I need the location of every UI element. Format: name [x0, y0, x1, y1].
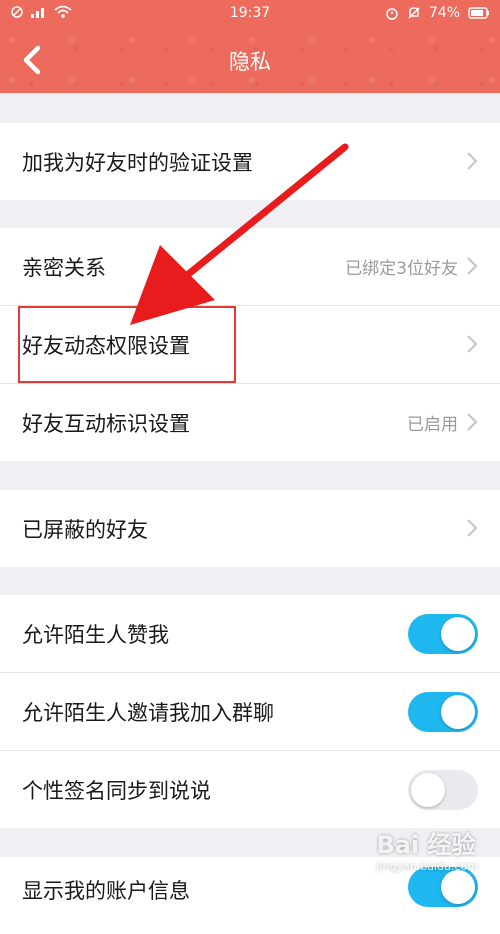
toggle-knob	[411, 772, 445, 807]
row-value: 已绑定3位好友	[345, 259, 458, 279]
signature-sync-toggle[interactable]	[408, 769, 478, 810]
toggle-knob	[441, 694, 475, 729]
battery-icon	[468, 7, 489, 19]
row-value: 已启用	[407, 415, 458, 435]
row-blocked-friends[interactable]: 已屏蔽的好友	[0, 490, 500, 567]
settings-group-blocked: 已屏蔽的好友	[0, 490, 500, 567]
row-allow-stranger-like: 允许陌生人赞我	[0, 595, 500, 673]
battery-percent: 74%	[428, 5, 460, 21]
toggle-knob	[441, 616, 475, 651]
row-signature-sync: 个性签名同步到说说	[0, 751, 500, 828]
row-label: 已屏蔽的好友	[22, 517, 148, 542]
watermark-text: Bai 经验	[376, 831, 476, 859]
watermark-sub: jingyan.baidu.com	[376, 860, 478, 873]
status-right-icons: 74%	[385, 5, 490, 21]
chevron-right-icon	[467, 152, 478, 170]
row-label: 允许陌生人赞我	[22, 622, 169, 647]
row-label: 好友互动标识设置	[22, 411, 190, 436]
allow-stranger-invite-toggle[interactable]	[408, 691, 478, 732]
show-account-toggle[interactable]	[408, 867, 478, 907]
nav-bar: 隐私	[0, 28, 500, 93]
alarm-icon	[386, 8, 398, 20]
mute-icon	[408, 7, 420, 19]
chevron-right-icon	[467, 413, 478, 431]
row-friend-interaction-badge[interactable]: 好友互动标识设置 已启用	[0, 384, 500, 461]
chevron-right-icon	[467, 335, 478, 353]
status-bar: 19:37 74%	[0, 0, 500, 28]
row-label: 允许陌生人邀请我加入群聊	[22, 700, 274, 725]
chevron-right-icon	[467, 519, 478, 537]
settings-group-strangers: 允许陌生人赞我 允许陌生人邀请我加入群聊 个性签名同步到说说	[0, 595, 500, 828]
allow-stranger-like-toggle[interactable]	[408, 613, 478, 654]
baidu-watermark-logo: Bai 经验 jingyan.baidu.com	[376, 825, 478, 873]
red-arrow-annotation	[130, 143, 349, 325]
toggle-knob	[441, 870, 475, 904]
row-label: 显示我的账户信息	[22, 879, 190, 903]
page-title: 隐私	[229, 50, 271, 74]
row-label: 个性签名同步到说说	[22, 778, 211, 803]
row-label: 亲密关系	[22, 255, 106, 280]
row-allow-stranger-group-invite: 允许陌生人邀请我加入群聊	[0, 673, 500, 751]
chevron-right-icon	[467, 257, 478, 275]
